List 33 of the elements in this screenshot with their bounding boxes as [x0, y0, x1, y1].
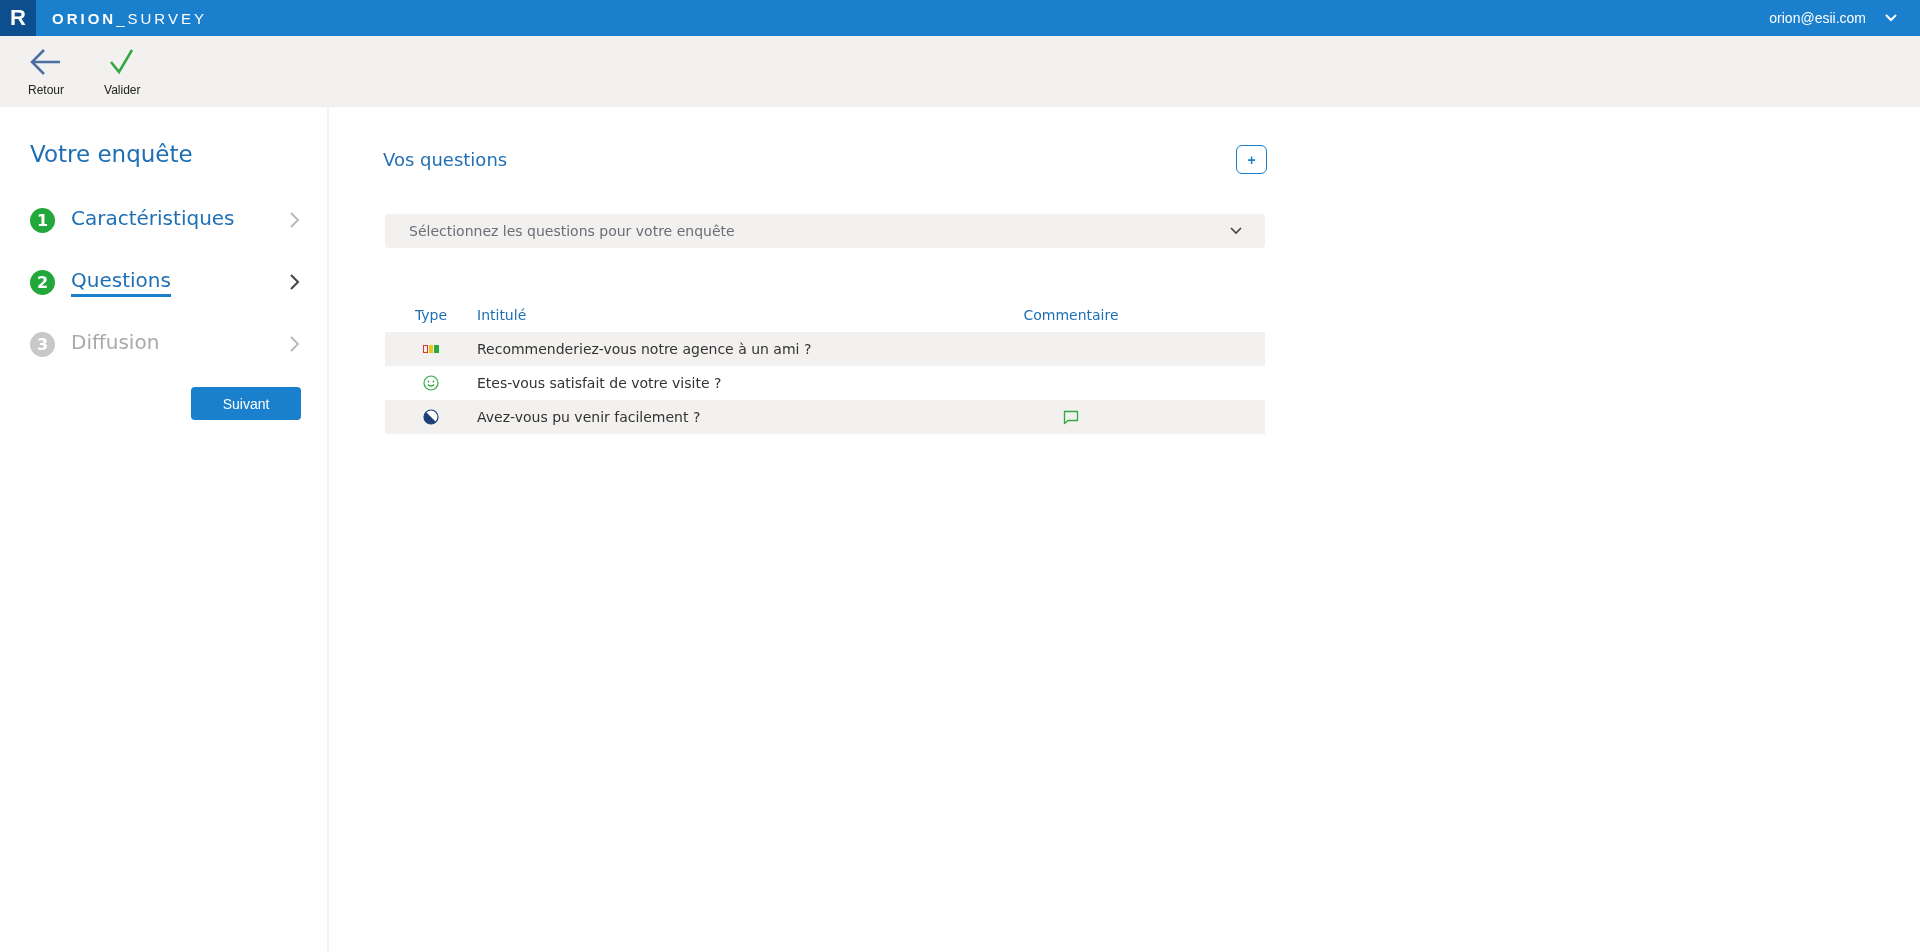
- column-header: Intitulé: [477, 307, 527, 323]
- step-number: 1: [30, 207, 55, 233]
- column-header: Commentaire: [1023, 307, 1119, 323]
- column-header: Type: [414, 307, 448, 323]
- app-title: ORION_SURVEY: [52, 9, 207, 27]
- step-number: 2: [30, 269, 55, 295]
- add-button[interactable]: +: [1236, 145, 1267, 174]
- step-link[interactable]: Questions: [71, 267, 171, 297]
- question-text: Etes-vous satisfait de votre visite ?: [477, 375, 722, 391]
- sidebar-title: Votre enquête: [30, 141, 194, 167]
- comment-icon: [1063, 409, 1079, 425]
- table-row[interactable]: Avez-vous pu venir facilement ?: [385, 400, 1265, 434]
- smiley-icon: [423, 375, 439, 391]
- chevron-down-icon: [1884, 13, 1898, 23]
- table-row[interactable]: Etes-vous satisfait de votre visite ?: [385, 366, 1265, 400]
- user-menu[interactable]: orion@esii.com: [1765, 6, 1902, 30]
- toolbar-button[interactable]: Retour: [22, 42, 71, 101]
- toolbar-button[interactable]: Valider: [98, 42, 147, 101]
- logo: R: [0, 0, 36, 36]
- next-button[interactable]: Suivant: [191, 387, 301, 420]
- half-circle-icon: [423, 409, 439, 425]
- question-select[interactable]: Sélectionnez les questions pour votre enquête: [385, 214, 1265, 248]
- section-title: Vos questions: [383, 149, 508, 170]
- chevron-right-icon: [289, 211, 301, 229]
- chevron-right-icon: [289, 273, 301, 291]
- step-link[interactable]: Caractéristiques: [71, 205, 289, 235]
- question-text: Recommenderiez-vous notre agence à un ami ?: [477, 341, 812, 357]
- arrow-left-icon: [29, 46, 63, 77]
- table-row[interactable]: Recommenderiez-vous notre agence à un ami ?: [385, 332, 1265, 366]
- rating-scale-icon: [423, 345, 439, 353]
- chevron-right-icon: [289, 335, 301, 353]
- chevron-down-icon: [1229, 226, 1243, 236]
- question-text: Avez-vous pu venir facilement ?: [477, 409, 701, 425]
